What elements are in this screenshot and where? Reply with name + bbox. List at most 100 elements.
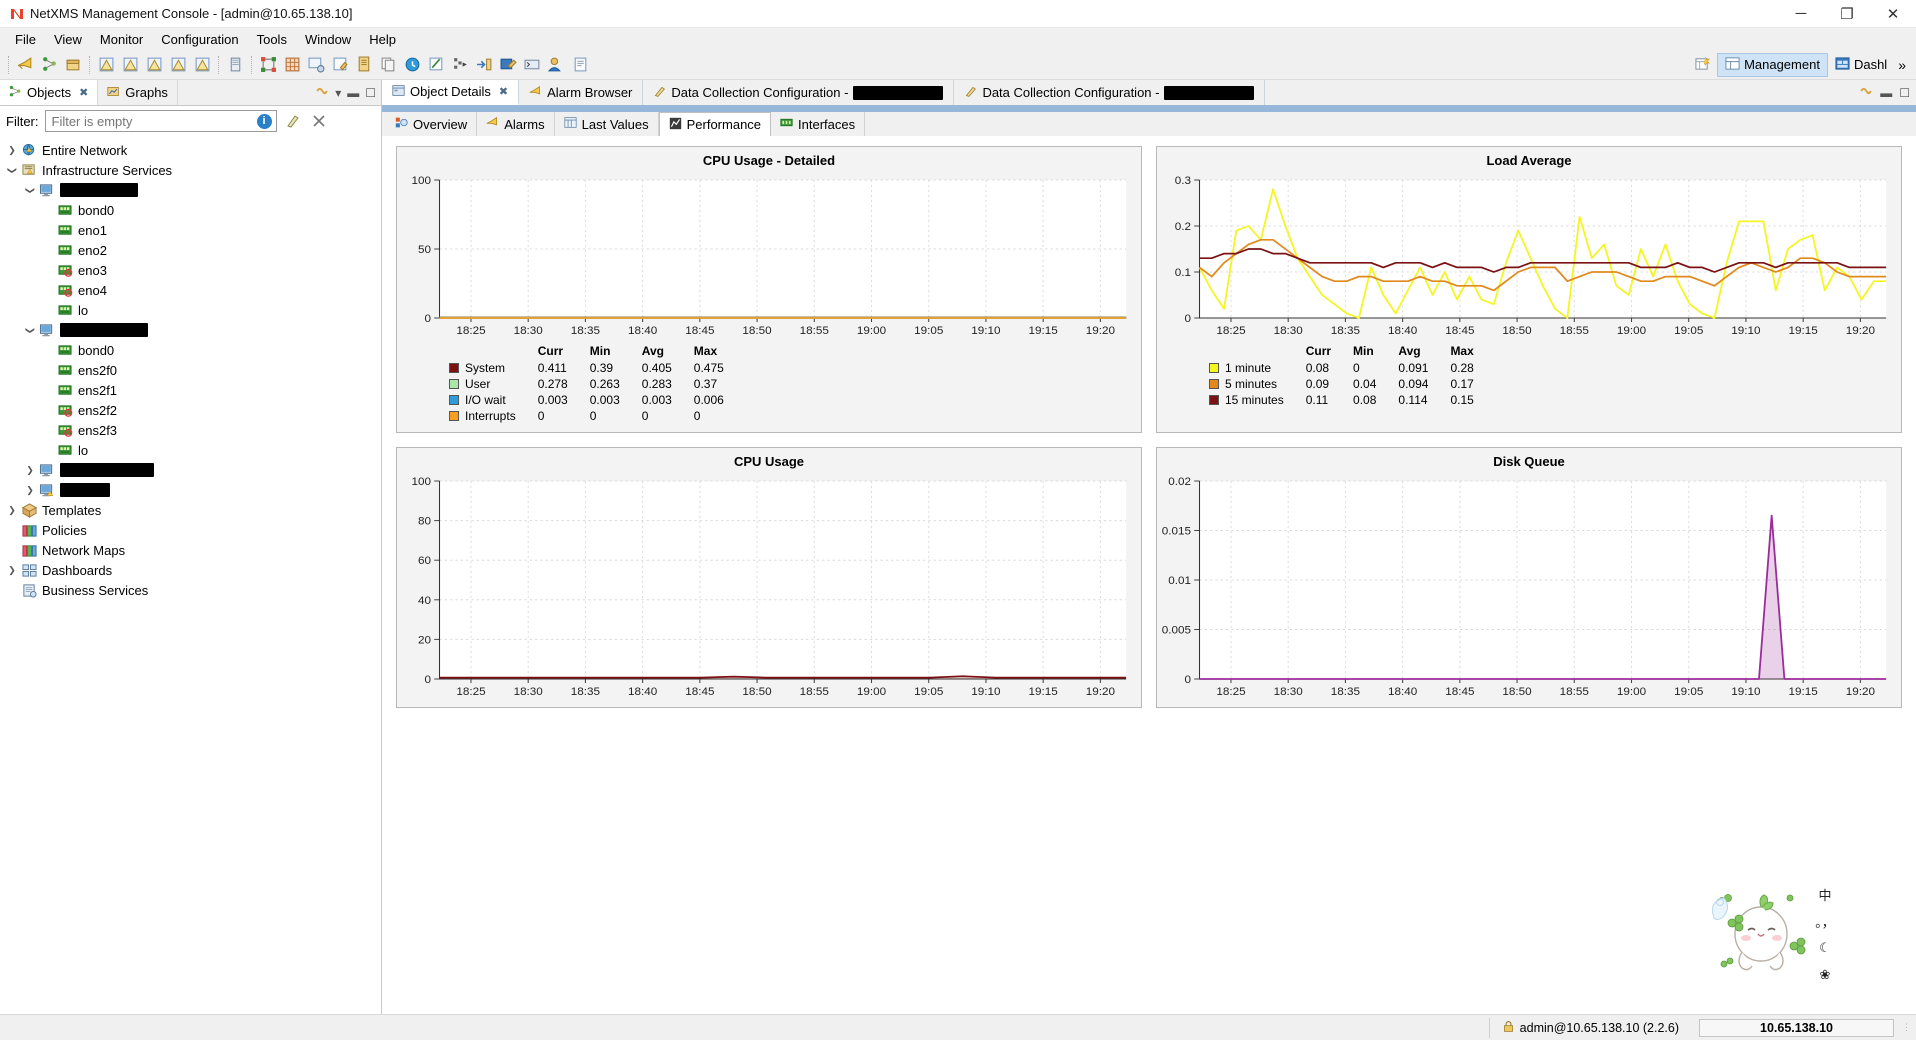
alarm-resolve-icon[interactable] <box>166 53 190 77</box>
view-menu-icon[interactable] <box>314 84 329 101</box>
clock-icon[interactable] <box>400 53 424 77</box>
menu-item-window[interactable]: Window <box>296 30 360 49</box>
menu-item-tools[interactable]: Tools <box>248 30 296 49</box>
editor-tab-alarm-browser[interactable]: Alarm Browser <box>519 80 644 105</box>
node-poll-icon[interactable] <box>37 53 61 77</box>
chevron-down-icon[interactable]: ▾ <box>335 86 341 100</box>
chevron-right-icon[interactable]: ❯ <box>22 465 38 476</box>
tree-item[interactable]: ❯ <box>0 460 381 480</box>
tree-item[interactable]: lo <box>0 440 381 460</box>
legend-row[interactable]: Interrupts 0 0 0 0 <box>449 408 746 424</box>
filter-input-box[interactable]: i <box>44 110 277 132</box>
new-perspective-button[interactable] <box>1688 53 1717 77</box>
tree-item[interactable]: eno1 <box>0 220 381 240</box>
map-link-icon[interactable] <box>304 53 328 77</box>
menu-item-configuration[interactable]: Configuration <box>152 30 247 49</box>
menu-item-file[interactable]: File <box>6 30 45 49</box>
chart-plot-area[interactable]: 0 0.1 0.2 0.3 18:25 18:30 18:35 18:40 18:45 18:50… <box>1157 170 1901 340</box>
chevron-right-icon[interactable]: ❯ <box>22 485 38 496</box>
package-icon[interactable] <box>61 53 85 77</box>
ime-floating-widget[interactable]: 中 。， ☾ ❀ <box>1706 876 1836 986</box>
tree-item[interactable]: ❯ Templates <box>0 500 381 520</box>
tree-item[interactable]: lo <box>0 300 381 320</box>
chevron-right-icon[interactable]: ❯ <box>4 145 20 156</box>
view-tab-objects[interactable]: Objects ✖ <box>0 80 99 105</box>
script-icon[interactable] <box>424 53 448 77</box>
close-icon[interactable]: ✖ <box>79 86 88 99</box>
tree-item[interactable]: ens2f2 <box>0 400 381 420</box>
legend-row[interactable]: 1 minute 0.08 0 0.091 0.28 <box>1209 360 1496 376</box>
tree-item[interactable]: eno4 <box>0 280 381 300</box>
tree-item[interactable]: Business Services <box>0 580 381 600</box>
alarm-edit-icon[interactable] <box>118 53 142 77</box>
tree-item[interactable]: ❯ <box>0 480 381 500</box>
punctuation-mode-icon[interactable]: 。， <box>1814 910 1836 932</box>
tools-icon[interactable] <box>496 53 520 77</box>
chart-plot-area[interactable]: 0 20 40 60 80 100 18:25 18:30 18:35 18:40 18:45 18:… <box>397 471 1141 701</box>
chevron-down-icon[interactable]: ❯ <box>25 182 36 198</box>
maximize-view-icon[interactable]: ☐ <box>365 86 376 100</box>
server-icon[interactable] <box>223 53 247 77</box>
tree-item[interactable]: ens2f1 <box>0 380 381 400</box>
tree-item[interactable]: bond0 <box>0 340 381 360</box>
import-icon[interactable] <box>472 53 496 77</box>
terminal-icon[interactable] <box>520 53 544 77</box>
tree-item[interactable]: ❯ Dashboards <box>0 560 381 580</box>
menu-item-monitor[interactable]: Monitor <box>91 30 152 49</box>
alarm-ack-icon[interactable] <box>142 53 166 77</box>
clear-filter-icon[interactable] <box>283 111 303 131</box>
tree-item[interactable]: Network Maps <box>0 540 381 560</box>
menu-item-help[interactable]: Help <box>360 30 405 49</box>
tree-item[interactable]: ❯ Entire Network <box>0 140 381 160</box>
perspective-more-button[interactable]: » <box>1894 57 1910 73</box>
tree-item[interactable]: ❯ <box>0 180 381 200</box>
editor-tab-data-collection-2[interactable]: Data Collection Configuration - <box>954 80 1266 105</box>
legend-row[interactable]: 5 minutes 0.09 0.04 0.094 0.17 <box>1209 376 1496 392</box>
close-icon[interactable]: ✖ <box>499 85 508 98</box>
chevron-down-icon[interactable]: ❯ <box>7 162 18 178</box>
legend-row[interactable]: 15 minutes 0.11 0.08 0.114 0.15 <box>1209 392 1496 408</box>
tree-item[interactable]: ❯ Infrastructure Services <box>0 160 381 180</box>
alarm-terminate-icon[interactable] <box>190 53 214 77</box>
report-icon[interactable] <box>568 53 592 77</box>
tree-item[interactable]: Policies <box>0 520 381 540</box>
editor-tab-object-details[interactable]: Object Details ✖ <box>382 80 520 105</box>
resize-grip-icon[interactable]: ⋮⋮ <box>1902 1022 1916 1033</box>
tree-item[interactable]: ❯ <box>0 320 381 340</box>
chevron-right-icon[interactable]: ❯ <box>4 565 20 576</box>
execute-icon[interactable] <box>448 53 472 77</box>
minimize-view-icon[interactable]: ▬ <box>1880 86 1892 100</box>
maximize-view-icon[interactable]: ☐ <box>1899 86 1910 100</box>
tree-item[interactable]: eno2 <box>0 240 381 260</box>
chart-disk-queue[interactable]: Disk Queue 0 0.005 0.01 0.015 0.02 18:25 18:30 1… <box>1156 447 1902 708</box>
chevron-right-icon[interactable]: ❯ <box>4 505 20 516</box>
tab-performance[interactable]: Performance <box>658 112 772 136</box>
menu-item-view[interactable]: View <box>45 30 91 49</box>
chart-cpu-usage-detailed[interactable]: CPU Usage - Detailed 0 50 100 18:25 18:30 18:3… <box>396 146 1142 433</box>
tree-item[interactable]: eno3 <box>0 260 381 280</box>
perspective-dashboard[interactable]: Dashl <box>1828 53 1894 77</box>
edit-note-icon[interactable] <box>328 53 352 77</box>
megaphone-icon[interactable] <box>13 53 37 77</box>
chart-cpu-usage[interactable]: CPU Usage 0 20 40 60 80 100 18:25 18:30 18:35 18:4… <box>396 447 1142 708</box>
info-icon[interactable]: i <box>256 113 272 129</box>
chart-plot-area[interactable]: 0 50 100 18:25 18:30 18:35 18:40 18:45 18:50 18:5… <box>397 170 1141 340</box>
copy-icon[interactable] <box>376 53 400 77</box>
close-button[interactable]: ✕ <box>1870 0 1916 28</box>
user-manager-icon[interactable] <box>544 53 568 77</box>
tab-last-values[interactable]: Last Values <box>555 112 659 136</box>
tree-item[interactable]: ens2f3 <box>0 420 381 440</box>
object-tree[interactable]: ❯ Entire Network ❯ Infrastructure Services ❯… <box>0 136 381 1014</box>
perspective-management[interactable]: Management <box>1717 52 1828 77</box>
tree-item[interactable]: bond0 <box>0 200 381 220</box>
alarm-view-icon[interactable] <box>94 53 118 77</box>
minimize-button[interactable]: ─ <box>1778 0 1824 28</box>
view-tab-graphs[interactable]: Graphs <box>98 80 178 105</box>
collapse-all-icon[interactable] <box>309 111 329 131</box>
chinese-mode-icon[interactable]: 中 <box>1814 883 1836 905</box>
maximize-button[interactable]: ❐ <box>1824 0 1870 28</box>
legend-row[interactable]: I/O wait 0.003 0.003 0.003 0.006 <box>449 392 746 408</box>
legend-row[interactable]: User 0.278 0.263 0.283 0.37 <box>449 376 746 392</box>
chevron-down-icon[interactable]: ❯ <box>25 322 36 338</box>
moon-theme-icon[interactable]: ☾ <box>1814 937 1836 959</box>
